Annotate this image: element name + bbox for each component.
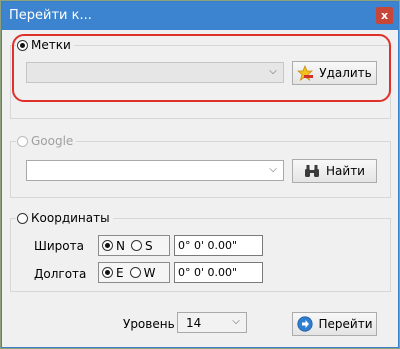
latitude-hemisphere-group: N S — [98, 235, 170, 256]
go-button[interactable]: Перейти — [292, 312, 377, 336]
radio-unchecked-icon — [17, 212, 28, 224]
chevron-down-icon: ⌵ — [269, 164, 277, 175]
coordinates-radio[interactable]: Координаты — [16, 210, 113, 226]
arrow-right-circle-icon — [296, 316, 313, 332]
radio-unchecked-icon — [17, 135, 28, 147]
find-button-label: Найти — [326, 164, 365, 178]
google-radio[interactable]: Google — [16, 133, 77, 149]
title-bar: Перейти к... x — [2, 2, 398, 30]
longitude-label: Долгота — [34, 267, 87, 281]
find-button[interactable]: Найти — [292, 159, 377, 183]
binoculars-icon — [305, 165, 320, 177]
lat-n-radio[interactable] — [102, 240, 113, 251]
lon-w-radio[interactable] — [129, 267, 141, 278]
coordinates-radio-label: Координаты — [31, 211, 110, 225]
lon-e-label: E — [116, 265, 124, 280]
lat-n-label: N — [116, 238, 125, 253]
lon-e-radio[interactable] — [102, 267, 113, 278]
level-value: 14 — [186, 316, 202, 330]
google-search-combo[interactable]: ⌵ — [26, 160, 284, 181]
window-title: Перейти к... — [9, 8, 92, 23]
close-button[interactable]: x — [376, 7, 393, 24]
goto-dialog: Перейти к... x Метки ⌵ Удалить Google ⌵ — [1, 1, 399, 348]
latitude-label: Широта — [34, 239, 84, 253]
google-radio-label: Google — [31, 134, 74, 148]
lat-s-label: S — [144, 238, 153, 253]
level-select[interactable]: 14 ⌵ — [177, 312, 247, 333]
latitude-input[interactable]: 0° 0' 0.00" — [174, 235, 263, 256]
lon-w-label: W — [143, 265, 156, 280]
level-label: Уровень — [123, 317, 175, 331]
highlight-annotation — [12, 34, 391, 102]
chevron-down-icon: ⌵ — [232, 316, 240, 327]
lat-s-radio[interactable] — [130, 240, 142, 251]
go-button-label: Перейти — [318, 317, 373, 331]
longitude-hemisphere-group: E W — [98, 262, 170, 283]
longitude-input[interactable]: 0° 0' 0.00" — [174, 262, 263, 283]
